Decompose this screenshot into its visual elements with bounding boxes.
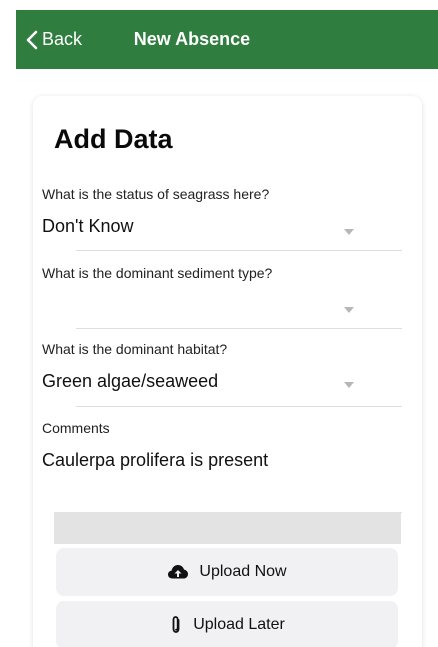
comments-value: Caulerpa prolifera is present xyxy=(42,450,269,470)
upload-now-label: Upload Now xyxy=(199,563,287,580)
upload-now-button[interactable]: Upload Now xyxy=(56,548,398,596)
dominant-habitat-label: What is the dominant habitat? xyxy=(42,341,228,357)
card-title: Add Data xyxy=(54,124,173,154)
dominant-habitat-select[interactable]: What is the dominant habitat? Green alga… xyxy=(42,341,368,393)
page-title: New Absence xyxy=(133,29,251,49)
seagrass-status-label: What is the status of seagrass here? xyxy=(42,186,270,202)
upload-later-button[interactable]: Upload Later xyxy=(56,601,398,647)
sediment-type-value xyxy=(42,295,368,317)
sediment-type-select[interactable]: What is the dominant sediment type? xyxy=(42,265,368,317)
caret-down-icon xyxy=(344,382,354,388)
separator xyxy=(76,250,402,251)
comments-label: Comments xyxy=(42,420,110,436)
comments-field[interactable]: Comments Caulerpa prolifera is present xyxy=(42,420,368,472)
separator xyxy=(76,328,402,329)
paperclip-icon xyxy=(172,616,180,633)
caret-down-icon xyxy=(344,307,354,313)
section-divider xyxy=(54,512,401,544)
seagrass-status-value: Don't Know xyxy=(42,216,134,236)
upload-later-label: Upload Later xyxy=(193,616,285,633)
navigation-bar: Back New Absence xyxy=(16,10,438,69)
cloud-upload-icon xyxy=(168,565,189,579)
sediment-type-label: What is the dominant sediment type? xyxy=(42,265,273,281)
seagrass-status-select[interactable]: What is the status of seagrass here? Don… xyxy=(42,186,368,238)
app-screen: Back New Absence Add Data What is the st… xyxy=(0,0,438,647)
caret-down-icon xyxy=(344,229,354,235)
dominant-habitat-value: Green algae/seaweed xyxy=(42,371,219,391)
separator xyxy=(76,406,402,407)
